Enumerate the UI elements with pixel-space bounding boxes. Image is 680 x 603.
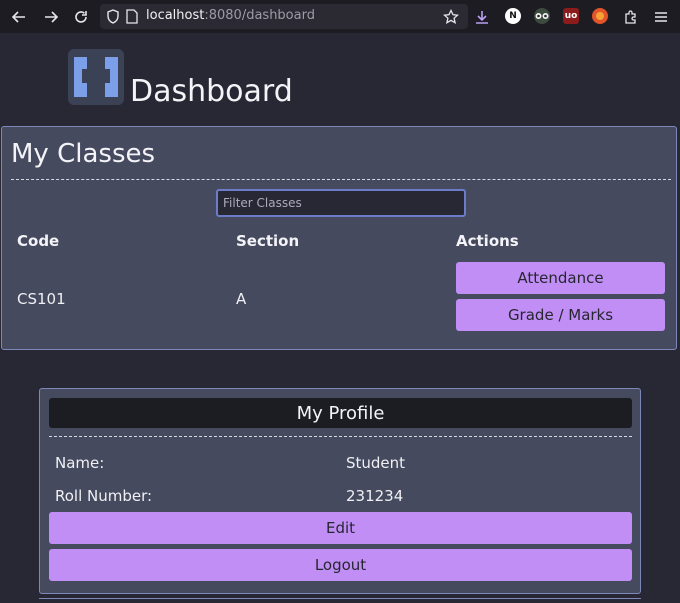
- back-arrow-icon[interactable]: [8, 6, 30, 28]
- notion-extension-icon[interactable]: N: [505, 8, 521, 24]
- download-icon[interactable]: [471, 6, 493, 28]
- forward-arrow-icon[interactable]: [40, 6, 62, 28]
- profile-name-value: Student: [346, 454, 406, 472]
- star-icon[interactable]: [440, 6, 462, 28]
- url-text[interactable]: localhost:8080/dashboard: [146, 8, 315, 23]
- column-header-code: Code: [17, 232, 60, 250]
- url-host: localhost: [146, 8, 205, 23]
- page-icon: [126, 9, 138, 28]
- reload-icon[interactable]: [70, 6, 92, 28]
- profile-card: My Profile Name: Student Roll Number: 23…: [39, 388, 641, 594]
- column-header-section: Section: [236, 232, 300, 250]
- url-path: :8080/dashboard: [204, 8, 315, 23]
- profile-roll-number-value: 231234: [346, 487, 404, 505]
- classes-divider: [11, 179, 671, 180]
- page-title: Dashboard: [130, 74, 293, 109]
- profile-divider: [49, 436, 632, 437]
- edit-profile-button[interactable]: Edit: [49, 512, 632, 544]
- column-header-actions: Actions: [456, 232, 519, 250]
- profile-title: My Profile: [49, 398, 632, 428]
- class-code-cell: CS101: [17, 290, 66, 308]
- classes-title: My Classes: [11, 139, 156, 169]
- hamburger-menu-icon[interactable]: [650, 6, 672, 28]
- ublock-icon[interactable]: uo: [563, 8, 579, 24]
- profile-name-label: Name:: [55, 454, 105, 472]
- attendance-button[interactable]: Attendance: [456, 262, 665, 294]
- extensions-puzzle-icon[interactable]: [620, 6, 642, 28]
- logout-button[interactable]: Logout: [49, 549, 632, 581]
- app-logo: [68, 49, 124, 105]
- firefox-extension-icon[interactable]: [592, 8, 608, 24]
- profile-roll-number-label: Roll Number:: [55, 487, 153, 505]
- filter-classes-input[interactable]: [216, 189, 466, 217]
- classes-card: My Classes Code Section Actions CS101 A …: [1, 126, 677, 350]
- address-bar[interactable]: localhost:8080/dashboard: [100, 4, 468, 29]
- grade-marks-button[interactable]: Grade / Marks: [456, 299, 665, 331]
- browser-toolbar: localhost:8080/dashboard N uo: [0, 0, 680, 33]
- class-section-cell: A: [236, 290, 247, 308]
- privacy-badger-icon[interactable]: [534, 8, 550, 24]
- next-card-edge: [39, 598, 641, 603]
- shield-icon[interactable]: [106, 9, 120, 28]
